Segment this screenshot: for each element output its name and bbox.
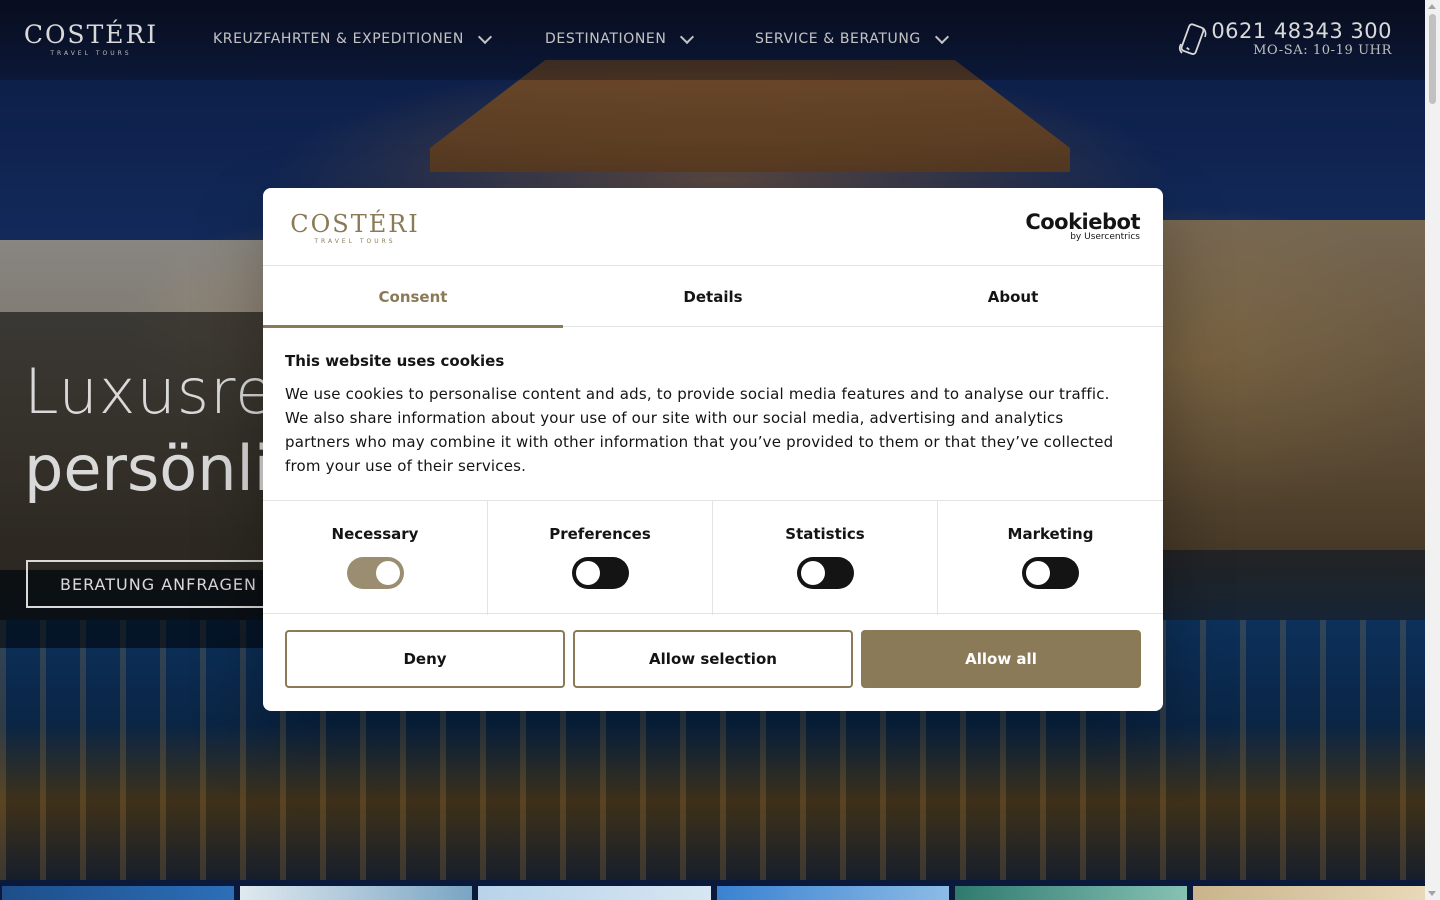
thumbnail-image[interactable]: [2, 886, 235, 900]
dialog-actions: Deny Allow selection Allow all: [285, 630, 1141, 688]
toggle-knob: [1026, 561, 1050, 585]
necessary-toggle[interactable]: [346, 557, 404, 589]
dialog-title: This website uses cookies: [285, 352, 505, 370]
allow-selection-button[interactable]: Allow selection: [573, 630, 853, 688]
cookie-consent-dialog: COSTÉRI TRAVEL TOURS Cookiebot by Userce…: [263, 188, 1163, 711]
thumbnail-image[interactable]: [716, 886, 949, 900]
category-label: Preferences: [549, 525, 651, 543]
tab-consent[interactable]: Consent: [263, 266, 563, 328]
dialog-header: COSTÉRI TRAVEL TOURS Cookiebot by Userce…: [263, 188, 1163, 266]
consent-categories: Necessary Preferences Statistics Marketi…: [263, 500, 1163, 615]
category-statistics: Statistics: [713, 501, 938, 615]
tab-about[interactable]: About: [863, 266, 1163, 327]
thumbnail-image[interactable]: [240, 886, 473, 900]
category-marketing: Marketing: [938, 501, 1163, 615]
category-label: Statistics: [785, 525, 865, 543]
page-scrollbar[interactable]: [1425, 0, 1440, 900]
statistics-toggle[interactable]: [796, 557, 854, 589]
category-label: Necessary: [331, 525, 419, 543]
dialog-logo-wordmark: COSTÉRI: [290, 210, 420, 238]
thumbnail-image[interactable]: [954, 886, 1187, 900]
scroll-down-arrow-icon[interactable]: [1428, 891, 1436, 896]
thumbnail-image[interactable]: [1192, 886, 1426, 900]
marketing-toggle[interactable]: [1022, 557, 1079, 589]
toggle-knob: [800, 561, 825, 585]
category-label: Marketing: [1007, 525, 1094, 543]
toggle-knob: [375, 561, 400, 585]
preferences-toggle[interactable]: [571, 557, 629, 589]
scrollbar-thumb[interactable]: [1429, 14, 1436, 104]
dialog-tabs: Consent Details About: [263, 266, 1163, 328]
scroll-up-arrow-icon[interactable]: [1428, 4, 1436, 9]
category-necessary: Necessary: [263, 501, 488, 615]
dialog-description: We use cookies to personalise content an…: [285, 385, 1114, 475]
tab-details[interactable]: Details: [563, 266, 863, 327]
allow-all-button[interactable]: Allow all: [861, 630, 1141, 688]
toggle-knob: [575, 561, 600, 585]
cookiebot-logo[interactable]: Cookiebot by Usercentrics: [1025, 210, 1140, 242]
cookiebot-wordmark: Cookiebot: [1025, 210, 1140, 234]
deny-button[interactable]: Deny: [285, 630, 565, 688]
dialog-brand-logo: COSTÉRI TRAVEL TOURS: [285, 212, 425, 245]
dialog-logo-tagline: TRAVEL TOURS: [314, 238, 396, 245]
category-preferences: Preferences: [488, 501, 713, 615]
thumbnail-image[interactable]: [478, 886, 711, 900]
destination-thumbnails: [0, 886, 1426, 900]
